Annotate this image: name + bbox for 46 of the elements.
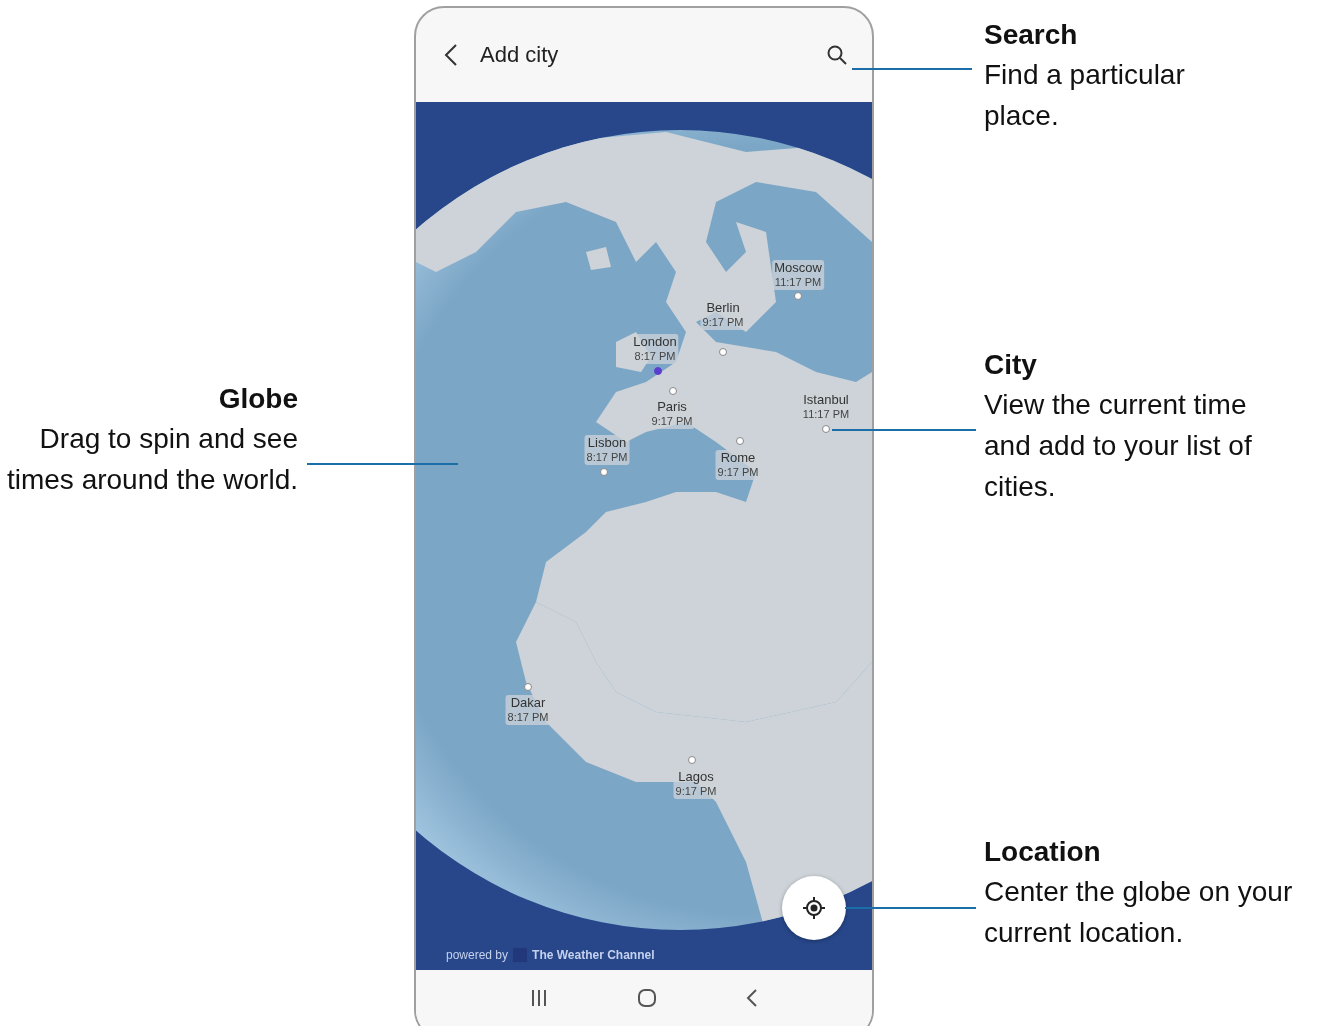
callout-text: View the current time and add to your list of cities.: [984, 388, 1253, 504]
location-target-icon: [802, 896, 826, 920]
city-time: 8:17 PM: [507, 710, 549, 725]
city-marker[interactable]: [654, 367, 662, 375]
city-marker[interactable]: [524, 683, 532, 691]
city-time: 8:17 PM: [586, 450, 628, 465]
city-time: 9:17 PM: [717, 465, 759, 480]
search-icon[interactable]: [826, 44, 848, 66]
back-icon[interactable]: [444, 43, 458, 67]
home-icon[interactable]: [637, 988, 657, 1008]
city-name[interactable]: Lagos: [678, 769, 714, 784]
city-time: 11:17 PM: [774, 275, 822, 290]
city-time: 9:17 PM: [675, 784, 717, 799]
city-name[interactable]: Dakar: [510, 695, 546, 710]
back-nav-icon[interactable]: [745, 988, 758, 1008]
callout-text: Center the globe on your current location.: [984, 875, 1294, 950]
city-marker[interactable]: [688, 756, 696, 764]
callout-title: Search: [984, 18, 1079, 52]
city-name[interactable]: Moscow: [774, 260, 822, 275]
location-button[interactable]: [782, 876, 846, 940]
recent-apps-icon[interactable]: [530, 989, 549, 1007]
city-marker[interactable]: [719, 348, 727, 356]
attribution-text: powered by: [446, 948, 509, 962]
globe-map[interactable]: Moscow 11:17 PM Berlin 9:17 PM London 8:17 PM Paris 9:17 PM Istanbul 11:17 PM Lisbon 8:17 PM Rome 9:17 PM Dakar 8:17 PM Lagos 9:17 PM powered by The Weather Channel: [416, 102, 872, 970]
app-bar-title: Add city: [480, 42, 560, 68]
city-marker[interactable]: [600, 468, 608, 476]
city-time: 9:17 PM: [702, 315, 744, 330]
city-name[interactable]: Rome: [720, 450, 756, 465]
city-marker[interactable]: [794, 292, 802, 300]
city-name[interactable]: London: [633, 334, 677, 349]
city-time: 9:17 PM: [651, 414, 693, 429]
city-name[interactable]: Lisbon: [587, 435, 627, 450]
city-name[interactable]: Paris: [657, 399, 687, 414]
city-name[interactable]: Berlin: [706, 300, 740, 315]
callout-title: Globe: [217, 382, 298, 416]
city-name[interactable]: Istanbul: [803, 392, 849, 407]
callout-text: Find a particular place.: [984, 58, 1186, 133]
callout-text: Drag to spin and see times around the world.: [5, 422, 298, 497]
city-marker[interactable]: [669, 387, 677, 395]
city-marker[interactable]: [736, 437, 744, 445]
city-time: 11:17 PM: [802, 407, 850, 422]
city-time: 8:17 PM: [634, 349, 676, 364]
callout-title: City: [984, 348, 1038, 382]
callout-title: Location: [984, 835, 1102, 869]
city-marker[interactable]: [822, 425, 830, 433]
attribution-brand: The Weather Channel: [532, 948, 655, 962]
